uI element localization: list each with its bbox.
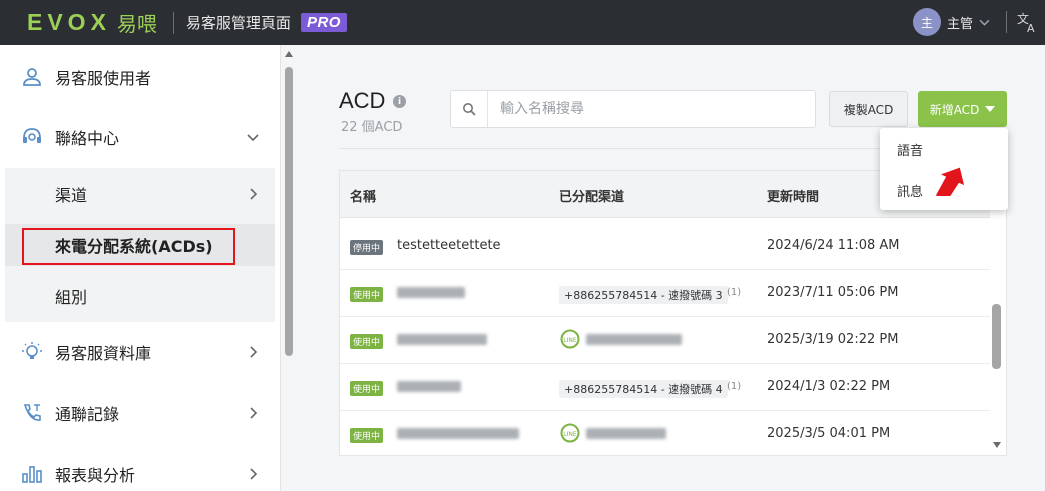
column-header-channel[interactable]: 已分配渠道 <box>559 186 624 205</box>
svg-text:LINE: LINE <box>563 431 577 438</box>
sidebar-item-label: 易客服資料庫 <box>55 344 152 363</box>
column-header-updated[interactable]: 更新時間 <box>767 186 819 205</box>
updated-time: 2023/7/11 05:06 PM <box>767 285 899 300</box>
line-icon: LINE <box>560 423 580 443</box>
acd-name: testetteetettete <box>397 238 501 253</box>
chevron-right-icon <box>250 468 258 480</box>
sidebar-item-label: 組別 <box>55 288 88 307</box>
avatar: 主 <box>913 8 941 36</box>
dropdown-option-voice[interactable]: 語音 <box>897 140 923 159</box>
caret-down-icon <box>985 106 996 112</box>
dropdown-option-message[interactable]: 訊息 <box>897 181 923 200</box>
sidebar-item-call-log[interactable]: 通聯記錄 <box>0 399 275 427</box>
user-icon <box>23 68 41 86</box>
table-row[interactable]: 使用中 +886255784514 - 速撥號碼 3 (1) 2023/7/11… <box>340 270 990 317</box>
sidebar-item-label: 報表與分析 <box>55 466 136 485</box>
sidebar-item-label: 渠道 <box>55 186 88 205</box>
updated-time: 2025/3/19 02:22 PM <box>767 332 899 347</box>
sidebar-scrollbar[interactable] <box>285 67 293 356</box>
status-badge: 停用中 <box>350 240 384 255</box>
add-acd-label: 新增ACD <box>929 102 980 117</box>
redacted-channel <box>586 428 666 439</box>
status-badge: 使用中 <box>350 428 384 443</box>
sidebar: 易客服使用者 聯絡中心 渠道 來電分配系統(ACDs) 組別 易客服資料庫 通聯… <box>0 45 281 491</box>
channel-tag: +886255784514 - 速撥號碼 4 <box>559 380 728 398</box>
chevron-down-icon <box>247 134 259 142</box>
sidebar-item-knowledge-base[interactable]: 易客服資料庫 <box>0 338 275 366</box>
search-box <box>450 90 816 128</box>
status-badge: 使用中 <box>350 334 384 349</box>
line-icon: LINE <box>560 329 580 349</box>
info-icon[interactable]: i <box>393 95 406 108</box>
column-header-name[interactable]: 名稱 <box>350 186 376 205</box>
headset-icon <box>23 128 41 143</box>
channel-count: (1) <box>727 381 742 392</box>
acd-count: 22 個ACD <box>341 120 403 135</box>
svg-text:A: A <box>1027 22 1035 34</box>
copy-acd-button[interactable]: 複製ACD <box>829 91 908 127</box>
table-row[interactable]: 使用中 LINE 2025/3/5 04:01 PM <box>340 411 990 455</box>
sidebar-item-label: 易客服使用者 <box>55 69 152 88</box>
updated-time: 2025/3/5 04:01 PM <box>767 426 891 441</box>
logo[interactable]: EVOX 易喂 <box>27 8 157 37</box>
highlight-box <box>22 228 235 265</box>
updated-time: 2024/6/24 11:08 AM <box>767 238 900 253</box>
chevron-down-icon <box>979 19 990 26</box>
redacted-name <box>397 428 519 439</box>
sidebar-item-reports[interactable]: 報表與分析 <box>0 460 275 488</box>
search-input[interactable] <box>500 101 800 117</box>
redacted-name <box>397 287 465 298</box>
top-bar: EVOX 易喂 易客服管理頁面 PRO <box>0 0 1045 45</box>
search-button[interactable] <box>451 91 488 127</box>
channel-tag: +886255784514 - 速撥號碼 3 <box>559 286 728 304</box>
user-menu[interactable]: 主 主管 <box>913 8 990 36</box>
sidebar-item-label: 通聯記錄 <box>55 405 120 424</box>
table-scrollbar[interactable] <box>992 304 1001 369</box>
language-icon[interactable]: 文 A <box>1016 10 1038 34</box>
table-row[interactable]: 使用中 +886255784514 - 速撥號碼 4 (1) 2024/1/3 … <box>340 364 990 411</box>
logo-cn: 易喂 <box>116 14 157 36</box>
table-row[interactable]: 使用中 LINE 2025/3/19 02:22 PM <box>340 317 990 364</box>
scroll-up-arrow[interactable] <box>284 49 294 59</box>
table-row[interactable]: 停用中 testetteetettete 2024/6/24 11:08 AM <box>340 223 990 270</box>
sidebar-item-groups[interactable]: 組別 <box>0 282 275 310</box>
svg-text:LINE: LINE <box>563 337 577 344</box>
updated-time: 2024/1/3 02:22 PM <box>767 379 891 394</box>
acd-table: 名稱 已分配渠道 更新時間 停用中 testetteetettete 2024/… <box>339 170 1007 456</box>
divider <box>172 11 174 34</box>
status-badge: 使用中 <box>350 381 384 396</box>
phone-log-icon <box>23 404 41 421</box>
chevron-right-icon <box>250 407 258 419</box>
scroll-down-arrow[interactable] <box>992 441 1002 449</box>
add-acd-button[interactable]: 新增ACD <box>918 91 1007 127</box>
status-badge: 使用中 <box>350 287 384 302</box>
channel-count: (1) <box>727 287 742 298</box>
sidebar-item-users[interactable]: 易客服使用者 <box>0 63 275 91</box>
user-name: 主管 <box>947 16 974 32</box>
page-title: ACD <box>339 88 386 113</box>
sidebar-item-contact-center[interactable]: 聯絡中心 <box>0 123 275 151</box>
chevron-right-icon <box>250 346 258 358</box>
redacted-name <box>397 381 461 392</box>
redacted-channel <box>586 334 682 345</box>
app-title: 易客服管理頁面 <box>185 14 291 32</box>
annotation-arrow-icon <box>935 167 965 196</box>
logo-text: EVOX <box>27 9 111 35</box>
bar-chart-icon <box>22 466 42 483</box>
sidebar-item-channels[interactable]: 渠道 <box>0 180 275 208</box>
redacted-name <box>397 334 487 345</box>
pro-badge: PRO <box>300 13 347 32</box>
search-icon <box>463 103 476 116</box>
sidebar-item-label: 聯絡中心 <box>55 129 120 148</box>
lightbulb-icon <box>22 342 42 359</box>
divider <box>1006 11 1007 33</box>
chevron-right-icon <box>250 188 258 200</box>
